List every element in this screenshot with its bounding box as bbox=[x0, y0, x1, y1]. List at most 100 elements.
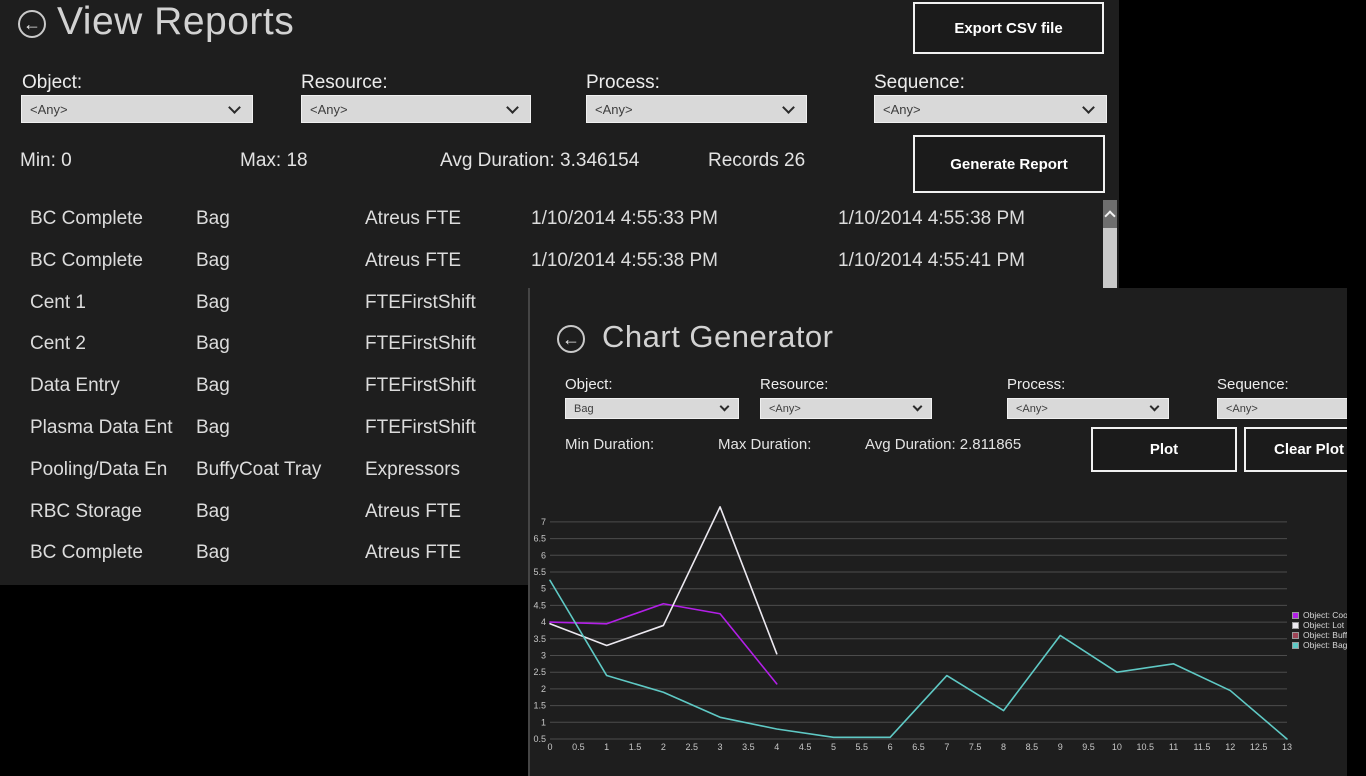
object-filter-value: <Any> bbox=[22, 102, 230, 117]
svg-text:1.5: 1.5 bbox=[533, 701, 546, 711]
records-count: Records 26 bbox=[708, 150, 805, 172]
svg-text:2.5: 2.5 bbox=[533, 667, 546, 677]
legend-label: Object: Lot bbox=[1303, 620, 1344, 630]
table-cell: Expressors bbox=[365, 457, 460, 483]
svg-text:1: 1 bbox=[604, 742, 609, 752]
process-filter-value: <Any> bbox=[587, 102, 784, 117]
line-chart: 0.511.522.533.544.555.566.5700.511.522.5… bbox=[530, 288, 1347, 776]
svg-text:11.5: 11.5 bbox=[1194, 742, 1211, 752]
svg-text:5: 5 bbox=[831, 742, 836, 752]
legend-item: Object: Bag bbox=[1292, 640, 1347, 650]
generate-report-button[interactable]: Generate Report bbox=[913, 135, 1105, 193]
resource-filter-value: <Any> bbox=[302, 102, 508, 117]
resource-filter-label: Resource: bbox=[301, 72, 388, 94]
table-cell: Bag bbox=[196, 499, 230, 525]
svg-text:3: 3 bbox=[718, 742, 723, 752]
process-filter-select[interactable]: <Any> bbox=[586, 95, 807, 123]
table-cell: Atreus FTE bbox=[365, 206, 461, 232]
max-stat: Max: 18 bbox=[240, 150, 308, 172]
table-cell: FTEFirstShift bbox=[365, 415, 476, 441]
svg-text:6.5: 6.5 bbox=[912, 742, 925, 752]
chevron-down-icon bbox=[228, 101, 241, 114]
svg-text:4: 4 bbox=[541, 617, 546, 627]
chart-legend: Object: CooleObject: LotObject: BuffyObj… bbox=[1292, 610, 1347, 650]
table-cell: Atreus FTE bbox=[365, 248, 461, 274]
svg-text:3.5: 3.5 bbox=[742, 742, 755, 752]
table-row[interactable]: BC CompleteBagAtreus FTE1/10/2014 4:55:3… bbox=[0, 206, 1100, 232]
back-arrow-icon: ← bbox=[23, 15, 41, 33]
svg-text:6.5: 6.5 bbox=[533, 534, 546, 544]
svg-text:5: 5 bbox=[541, 584, 546, 594]
svg-text:5.5: 5.5 bbox=[533, 567, 546, 577]
chart-generator-window: ← Chart Generator Object: Bag Resource: … bbox=[528, 288, 1347, 776]
sequence-filter-select[interactable]: <Any> bbox=[874, 95, 1107, 123]
chevron-down-icon bbox=[782, 101, 795, 114]
legend-label: Object: Buffy bbox=[1303, 630, 1347, 640]
back-button[interactable]: ← bbox=[18, 10, 46, 38]
legend-item: Object: Coole bbox=[1292, 610, 1347, 620]
svg-text:4.5: 4.5 bbox=[533, 600, 546, 610]
svg-text:2.5: 2.5 bbox=[685, 742, 698, 752]
table-cell: RBC Storage bbox=[30, 499, 142, 525]
svg-text:7: 7 bbox=[541, 517, 546, 527]
legend-swatch-icon bbox=[1292, 642, 1299, 649]
legend-label: Object: Coole bbox=[1303, 610, 1347, 620]
page-title: View Reports bbox=[57, 0, 294, 50]
svg-text:11: 11 bbox=[1169, 742, 1178, 752]
object-filter-label: Object: bbox=[22, 72, 82, 94]
table-cell: 1/10/2014 4:55:38 PM bbox=[838, 206, 1025, 232]
svg-text:3.5: 3.5 bbox=[533, 634, 546, 644]
sequence-filter-value: <Any> bbox=[875, 102, 1084, 117]
avg-duration-stat: Avg Duration: 3.346154 bbox=[440, 150, 639, 172]
svg-text:1.5: 1.5 bbox=[629, 742, 642, 752]
table-cell: BuffyCoat Tray bbox=[196, 457, 321, 483]
object-filter-select[interactable]: <Any> bbox=[21, 95, 253, 123]
svg-text:0.5: 0.5 bbox=[572, 742, 585, 752]
svg-text:7.5: 7.5 bbox=[969, 742, 982, 752]
svg-text:5.5: 5.5 bbox=[856, 742, 869, 752]
svg-text:2: 2 bbox=[661, 742, 666, 752]
table-cell: Cent 2 bbox=[30, 331, 86, 357]
chevron-down-icon bbox=[1082, 101, 1095, 114]
min-stat: Min: 0 bbox=[20, 150, 72, 172]
table-cell: Plasma Data Ent bbox=[30, 415, 173, 441]
svg-text:13: 13 bbox=[1282, 742, 1292, 752]
table-cell: Bag bbox=[196, 331, 230, 357]
legend-item: Object: Lot bbox=[1292, 620, 1347, 630]
svg-text:1: 1 bbox=[541, 717, 546, 727]
table-cell: 1/10/2014 4:55:38 PM bbox=[531, 248, 718, 274]
table-cell: Atreus FTE bbox=[365, 540, 461, 566]
chevron-down-icon bbox=[506, 101, 519, 114]
export-csv-button[interactable]: Export CSV file bbox=[913, 2, 1104, 54]
table-cell: BC Complete bbox=[30, 206, 143, 232]
table-cell: Atreus FTE bbox=[365, 499, 461, 525]
svg-text:7: 7 bbox=[944, 742, 949, 752]
svg-text:3: 3 bbox=[541, 651, 546, 661]
scrollbar-up-button[interactable] bbox=[1103, 200, 1117, 228]
table-cell: Pooling/Data En bbox=[30, 457, 167, 483]
generate-report-label: Generate Report bbox=[950, 156, 1068, 173]
svg-text:2: 2 bbox=[541, 684, 546, 694]
legend-swatch-icon bbox=[1292, 632, 1299, 639]
process-filter-label: Process: bbox=[586, 72, 660, 94]
svg-text:9: 9 bbox=[1058, 742, 1063, 752]
legend-label: Object: Bag bbox=[1303, 640, 1347, 650]
table-cell: Bag bbox=[196, 373, 230, 399]
table-cell: 1/10/2014 4:55:41 PM bbox=[838, 248, 1025, 274]
svg-text:0: 0 bbox=[547, 742, 552, 752]
table-cell: 1/10/2014 4:55:33 PM bbox=[531, 206, 718, 232]
svg-text:10: 10 bbox=[1112, 742, 1122, 752]
svg-text:12: 12 bbox=[1225, 742, 1235, 752]
table-row[interactable]: BC CompleteBagAtreus FTE1/10/2014 4:55:3… bbox=[0, 248, 1100, 274]
export-csv-label: Export CSV file bbox=[954, 20, 1062, 37]
table-cell: Bag bbox=[196, 415, 230, 441]
table-cell: Data Entry bbox=[30, 373, 120, 399]
legend-swatch-icon bbox=[1292, 622, 1299, 629]
svg-text:12.5: 12.5 bbox=[1250, 742, 1268, 752]
table-cell: Bag bbox=[196, 540, 230, 566]
svg-text:4: 4 bbox=[774, 742, 779, 752]
resource-filter-select[interactable]: <Any> bbox=[301, 95, 531, 123]
svg-text:10.5: 10.5 bbox=[1136, 742, 1154, 752]
svg-text:4.5: 4.5 bbox=[799, 742, 812, 752]
svg-text:6: 6 bbox=[541, 550, 546, 560]
